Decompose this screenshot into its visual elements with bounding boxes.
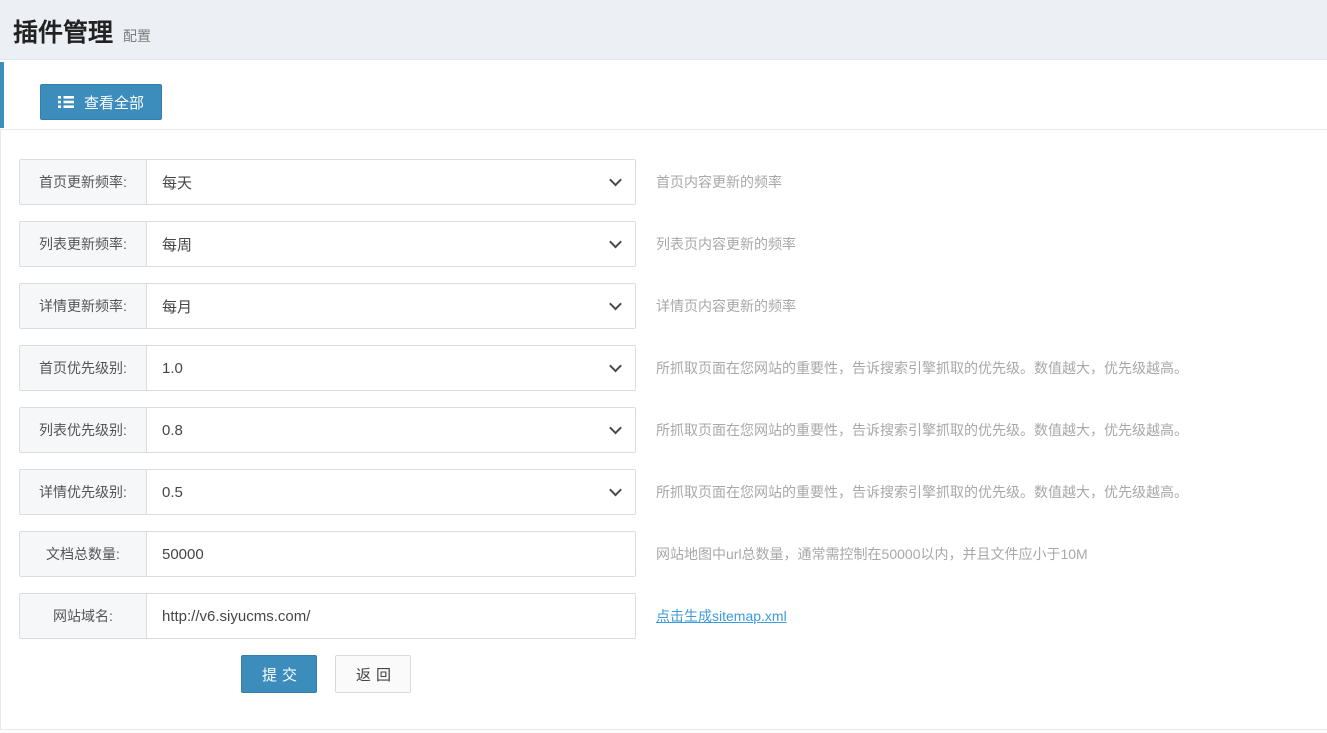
- form-row-document-total: 文档总数量: 网站地图中url总数量，通常需控制在50000以内，并且文件应小于…: [19, 531, 1327, 577]
- list-priority-select-value[interactable]: [147, 408, 635, 452]
- detail-priority-select[interactable]: [146, 469, 636, 515]
- back-button[interactable]: 返回: [335, 655, 411, 693]
- form-row-home-priority: 首页优先级别: 所抓取页面在您网站的重要性，告诉搜索引擎抓取的优先级。数值越大，…: [19, 345, 1327, 391]
- home-update-frequency-select-value[interactable]: [147, 160, 635, 204]
- detail-update-frequency-hint: 详情页内容更新的频率: [656, 283, 796, 329]
- view-all-button[interactable]: 查看全部: [40, 84, 162, 120]
- site-domain-input-wrap[interactable]: [146, 593, 636, 639]
- form-rows: 首页更新频率: 首页内容更新的频率 列表更新频率: 列表页内容更新的频率 详情更…: [19, 159, 1327, 639]
- document-total-label: 文档总数量:: [19, 531, 146, 577]
- home-update-frequency-label: 首页更新频率:: [19, 159, 146, 205]
- site-domain-input[interactable]: [147, 594, 635, 638]
- document-total-hint: 网站地图中url总数量，通常需控制在50000以内，并且文件应小于10M: [656, 531, 1088, 577]
- detail-update-frequency-label: 详情更新频率:: [19, 283, 146, 329]
- detail-update-frequency-select-value[interactable]: [147, 284, 635, 328]
- list-update-frequency-select[interactable]: [146, 221, 636, 267]
- generate-sitemap-link[interactable]: 点击生成sitemap.xml: [656, 593, 787, 639]
- home-priority-label: 首页优先级别:: [19, 345, 146, 391]
- form-row-list-priority: 列表优先级别: 所抓取页面在您网站的重要性，告诉搜索引擎抓取的优先级。数值越大，…: [19, 407, 1327, 453]
- site-domain-label: 网站域名:: [19, 593, 146, 639]
- home-priority-hint: 所抓取页面在您网站的重要性，告诉搜索引擎抓取的优先级。数值越大，优先级越高。: [656, 345, 1188, 391]
- list-priority-hint: 所抓取页面在您网站的重要性，告诉搜索引擎抓取的优先级。数值越大，优先级越高。: [656, 407, 1188, 453]
- form-row-detail-update-frequency: 详情更新频率: 详情页内容更新的频率: [19, 283, 1327, 329]
- document-total-input[interactable]: [147, 532, 635, 576]
- toolbar: 查看全部: [0, 62, 1327, 128]
- home-priority-select[interactable]: [146, 345, 636, 391]
- detail-priority-hint: 所抓取页面在您网站的重要性，告诉搜索引擎抓取的优先级。数值越大，优先级越高。: [656, 469, 1188, 515]
- detail-update-frequency-select[interactable]: [146, 283, 636, 329]
- list-priority-label: 列表优先级别:: [19, 407, 146, 453]
- page-subtitle: 配置: [123, 26, 151, 46]
- home-update-frequency-select[interactable]: [146, 159, 636, 205]
- home-update-frequency-hint: 首页内容更新的频率: [656, 159, 782, 205]
- button-row: 提交 返回: [241, 655, 1327, 693]
- view-all-label: 查看全部: [84, 92, 144, 113]
- detail-priority-select-value[interactable]: [147, 470, 635, 514]
- form-row-site-domain: 网站域名: 点击生成sitemap.xml: [19, 593, 1327, 639]
- home-priority-select-value[interactable]: [147, 346, 635, 390]
- detail-priority-label: 详情优先级别:: [19, 469, 146, 515]
- document-total-input-wrap[interactable]: [146, 531, 636, 577]
- submit-button[interactable]: 提交: [241, 655, 317, 693]
- page-title: 插件管理: [13, 13, 113, 49]
- list-update-frequency-hint: 列表页内容更新的频率: [656, 221, 796, 267]
- form-row-home-update-frequency: 首页更新频率: 首页内容更新的频率: [19, 159, 1327, 205]
- list-update-frequency-label: 列表更新频率:: [19, 221, 146, 267]
- content-header: 插件管理 配置: [0, 0, 1327, 60]
- list-icon: [58, 95, 74, 109]
- config-form: 首页更新频率: 首页内容更新的频率 列表更新频率: 列表页内容更新的频率 详情更…: [0, 129, 1327, 730]
- form-row-list-update-frequency: 列表更新频率: 列表页内容更新的频率: [19, 221, 1327, 267]
- list-update-frequency-select-value[interactable]: [147, 222, 635, 266]
- form-row-detail-priority: 详情优先级别: 所抓取页面在您网站的重要性，告诉搜索引擎抓取的优先级。数值越大，…: [19, 469, 1327, 515]
- list-priority-select[interactable]: [146, 407, 636, 453]
